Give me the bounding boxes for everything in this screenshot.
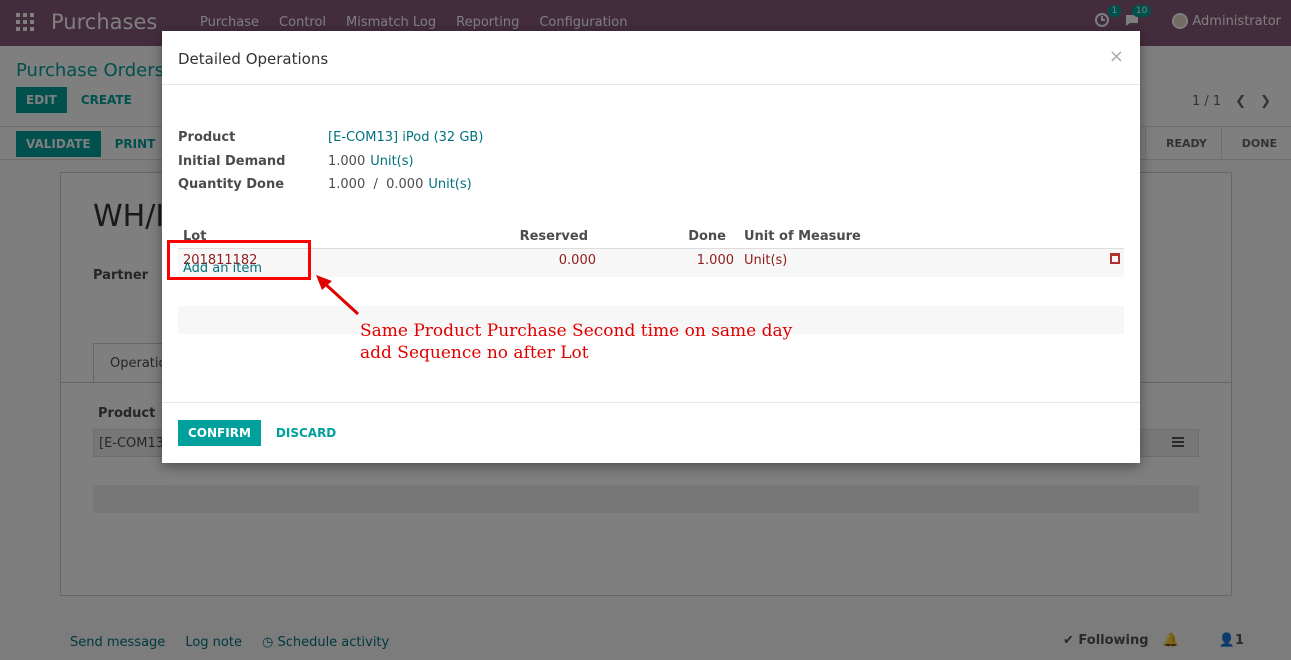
initial-demand-label: Initial Demand <box>178 153 286 169</box>
uom-cell[interactable]: Unit(s) <box>744 253 787 268</box>
table-header: Lot Reserved Done Unit of Measure <box>178 225 1124 249</box>
initial-demand-value: 1.000 <box>328 153 366 169</box>
quantity-done-label: Quantity Done <box>178 177 285 192</box>
reserved-cell: 0.000 <box>558 253 596 268</box>
product-link[interactable]: [E-COM13] iPod (32 GB) <box>328 130 483 154</box>
column-reserved[interactable]: Reserved <box>520 229 588 244</box>
column-uom[interactable]: Unit of Measure <box>744 229 861 244</box>
table-row[interactable]: 201811182 0.000 1.000 Unit(s) <box>178 249 1124 277</box>
column-done[interactable]: Done <box>688 229 726 244</box>
annotation-line-2: add Sequence no after Lot <box>360 343 589 363</box>
product-label: Product <box>178 130 236 145</box>
annotation-arrow-icon <box>316 275 360 316</box>
modal-header: Detailed Operations × <box>162 31 1140 85</box>
done-cell[interactable]: 1.000 <box>697 253 734 268</box>
trash-icon[interactable] <box>1110 253 1120 264</box>
modal-footer: CONFIRM DISCARD <box>162 402 1140 463</box>
lot-highlight-box <box>167 240 311 280</box>
quantity-done-uom[interactable]: Unit(s) <box>428 177 471 201</box>
discard-button[interactable]: DISCARD <box>266 420 346 446</box>
initial-demand-uom[interactable]: Unit(s) <box>370 154 413 178</box>
move-lines-table: Lot Reserved Done Unit of Measure 201811… <box>178 225 1124 334</box>
annotation-note: Same Product Purchase Second time on sam… <box>360 320 792 364</box>
modal-title: Detailed Operations <box>178 50 329 68</box>
close-icon[interactable]: × <box>1109 46 1124 67</box>
annotation-line-1: Same Product Purchase Second time on sam… <box>360 321 793 341</box>
operation-info: Product [E-COM13] iPod (32 GB) Initial D… <box>178 130 483 201</box>
quantity-done-value: 1.000 / 0.000 <box>328 177 424 192</box>
confirm-button[interactable]: CONFIRM <box>178 420 261 446</box>
